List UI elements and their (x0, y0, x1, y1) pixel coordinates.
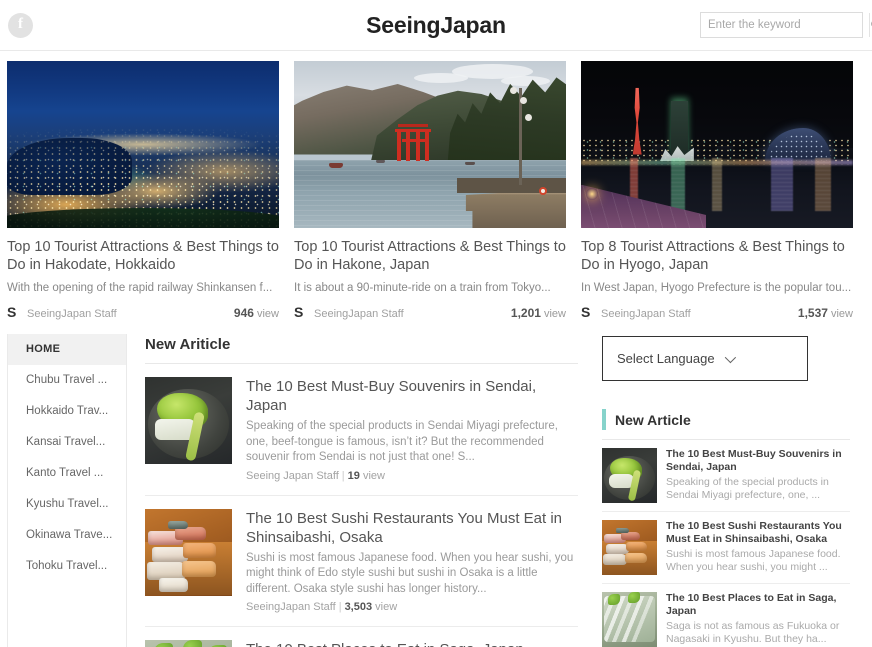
view-count-label: view (543, 308, 566, 320)
avatar: S (7, 304, 17, 320)
featured-title[interactable]: Top 10 Tourist Attractions & Best Things… (7, 238, 279, 274)
author-name: SeeingJapan Staff (314, 308, 404, 320)
article-list: New Ariticle The 10 Best Must-Buy Souven… (127, 336, 592, 647)
widget-item-title[interactable]: The 10 Best Must-Buy Souvenirs in Sendai… (666, 448, 850, 474)
widget-thumbnail[interactable] (602, 592, 657, 647)
language-selector-label: Select Language (617, 351, 715, 366)
article-excerpt: Sushi is most famous Japanese food. When… (246, 551, 574, 595)
widget-title-bar: New Article (602, 409, 850, 440)
view-count-label: view (256, 308, 279, 320)
featured-image-kobe[interactable] (581, 61, 853, 228)
featured-card[interactable]: Top 10 Tourist Attractions & Best Things… (7, 61, 279, 320)
featured-excerpt: With the opening of the rapid railway Sh… (7, 282, 273, 294)
article-byline: Seeing Japan Staff | 19 view (246, 470, 578, 482)
article-title[interactable]: The 10 Best Sushi Restaurants You Must E… (246, 509, 578, 547)
article-view-label: view (375, 601, 398, 613)
widget-thumbnail[interactable] (602, 448, 657, 503)
article-view-label: view (362, 469, 385, 482)
section-title: New Ariticle (145, 336, 578, 364)
article-author: SeeingJapan Staff (246, 601, 336, 613)
author-name: SeeingJapan Staff (27, 308, 117, 320)
featured-meta: S SeeingJapan Staff 1,537 view (581, 304, 853, 320)
sidebar-item-kanto[interactable]: Kanto Travel ... (8, 458, 126, 489)
widget-item-title[interactable]: The 10 Best Sushi Restaurants You Must E… (666, 520, 850, 546)
avatar: S (294, 304, 304, 320)
sidebar-item-hokkaido[interactable]: Hokkaido Trav... (8, 396, 126, 427)
widget-list-item[interactable]: The 10 Best Sushi Restaurants You Must E… (602, 512, 850, 584)
widget-item-excerpt: Speaking of the special products in Send… (666, 476, 829, 501)
article-thumbnail[interactable] (145, 377, 232, 464)
right-sidebar: Select Language New Article The 10 Best … (592, 336, 850, 647)
byline-separator: | (338, 601, 342, 613)
featured-card[interactable]: Top 10 Tourist Attractions & Best Things… (294, 61, 566, 320)
article-list-item[interactable]: The 10 Best Places to Eat in Saga, Japan… (145, 627, 578, 647)
article-thumbnail[interactable] (145, 640, 232, 647)
article-list-item[interactable]: The 10 Best Sushi Restaurants You Must E… (145, 496, 578, 627)
article-title[interactable]: The 10 Best Places to Eat in Saga, Japan (246, 640, 578, 647)
featured-excerpt: In West Japan, Hyogo Prefecture is the p… (581, 282, 852, 294)
article-view-count: 3,503 (344, 601, 373, 613)
avatar: S (581, 304, 591, 320)
sidebar-item-okinawa[interactable]: Okinawa Trave... (8, 520, 126, 551)
featured-meta: S SeeingJapan Staff 946 view (7, 304, 279, 320)
site-header: f SeeingJapan (0, 0, 872, 51)
byline-separator: | (341, 469, 345, 482)
widget-list-item[interactable]: The 10 Best Must-Buy Souvenirs in Sendai… (602, 440, 850, 512)
category-sidebar: HOME Chubu Travel ... Hokkaido Trav... K… (7, 334, 127, 647)
view-count: 1,201 view (511, 306, 566, 320)
sidebar-item-tohoku[interactable]: Tohoku Travel... (8, 551, 126, 582)
sidebar-item-chubu[interactable]: Chubu Travel ... (8, 365, 126, 396)
widget-title: New Article (615, 411, 691, 428)
view-count: 946 view (234, 306, 279, 320)
widget-list-item[interactable]: The 10 Best Places to Eat in Saga, Japan… (602, 584, 850, 647)
article-byline: SeeingJapan Staff | 3,503 view (246, 601, 578, 613)
article-author: Seeing Japan Staff (246, 469, 339, 482)
featured-excerpt: It is about a 90-minute-ride on a train … (294, 282, 551, 294)
view-count-number: 1,201 (510, 306, 541, 320)
language-selector[interactable]: Select Language (602, 336, 808, 381)
article-title[interactable]: The 10 Best Must-Buy Souvenirs in Sendai… (246, 377, 578, 415)
featured-image-hakone[interactable] (294, 61, 566, 228)
sidebar-item-home[interactable]: HOME (8, 334, 126, 365)
featured-meta: S SeeingJapan Staff 1,201 view (294, 304, 566, 320)
article-view-count: 19 (347, 469, 360, 482)
accent-bar (602, 409, 606, 430)
featured-title[interactable]: Top 8 Tourist Attractions & Best Things … (581, 238, 853, 274)
view-count-number: 946 (233, 306, 254, 320)
widget-item-excerpt: Saga is not as famous as Fukuoka or Naga… (666, 620, 840, 645)
featured-card[interactable]: Top 8 Tourist Attractions & Best Things … (581, 61, 853, 320)
sidebar-item-kansai[interactable]: Kansai Travel... (8, 427, 126, 458)
article-thumbnail[interactable] (145, 508, 232, 596)
featured-articles-row: Top 10 Tourist Attractions & Best Things… (0, 51, 872, 320)
view-count-number: 1,537 (797, 306, 828, 320)
view-count-label: view (830, 308, 853, 320)
sidebar-item-kyushu[interactable]: Kyushu Travel... (8, 489, 126, 520)
article-list-item[interactable]: The 10 Best Must-Buy Souvenirs in Sendai… (145, 364, 578, 496)
featured-image-hakodate[interactable] (7, 61, 279, 228)
search-input[interactable] (701, 13, 869, 37)
article-excerpt: Speaking of the special products in Send… (246, 420, 558, 463)
widget-item-title[interactable]: The 10 Best Places to Eat in Saga, Japan (666, 592, 850, 618)
featured-title[interactable]: Top 10 Tourist Attractions & Best Things… (294, 238, 566, 274)
view-count: 1,537 view (798, 306, 853, 320)
author-name: SeeingJapan Staff (601, 308, 691, 320)
widget-thumbnail[interactable] (602, 520, 657, 575)
chevron-down-icon (724, 351, 736, 363)
lower-section: HOME Chubu Travel ... Hokkaido Trav... K… (0, 320, 872, 647)
widget-item-excerpt: Sushi is most famous Japanese food. When… (666, 548, 841, 573)
search-box[interactable] (700, 12, 872, 38)
